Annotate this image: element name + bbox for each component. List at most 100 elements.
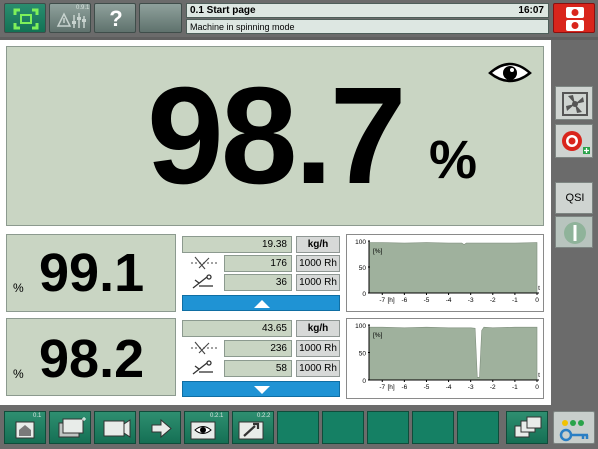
row-1-cut-unit: 1000 Rh bbox=[296, 255, 340, 272]
trend-area bbox=[368, 242, 538, 294]
row-1-collapse-button[interactable] bbox=[182, 295, 340, 311]
row-2-trend-chart[interactable]: 100 50 0 [%] -7 -6 -5 -4 -3 -2 -1 0 [h] t bbox=[346, 318, 544, 399]
row-2-cut-unit: 1000 Rh bbox=[296, 340, 340, 357]
x-tick-label: -4 bbox=[446, 297, 452, 304]
row-1-percent-panel: % 99.1 bbox=[6, 234, 176, 312]
x-tick-label: 0 bbox=[535, 297, 539, 304]
record-icon bbox=[562, 131, 590, 154]
empty-bottom-slot-4[interactable] bbox=[412, 411, 454, 444]
row-2-trend-svg: 100 50 0 [%] -7 -6 -5 -4 -3 -2 -1 0 [h] t bbox=[355, 323, 540, 391]
arrow-up-icon bbox=[254, 300, 270, 308]
row-1-trend-chart[interactable]: 100 50 0 [%] -7 -6 -5 -4 -3 -2 -1 0 [h] t bbox=[346, 234, 544, 312]
question-mark-icon: ? bbox=[109, 6, 123, 31]
empty-toolbar-slot[interactable] bbox=[139, 3, 182, 33]
x-tick-label: -3 bbox=[468, 384, 474, 391]
empty-bottom-slot-5[interactable] bbox=[457, 411, 499, 444]
maintenance-button[interactable]: 0.2.2 bbox=[232, 411, 274, 444]
row-2-percent-unit: % bbox=[13, 367, 24, 381]
arrow-down-icon bbox=[254, 386, 270, 394]
y-tick-label: 100 bbox=[355, 239, 366, 246]
row-1-percent-unit: % bbox=[13, 281, 24, 295]
x-tick-label: -3 bbox=[468, 297, 474, 304]
x-axis-label: [h] bbox=[387, 384, 394, 391]
row-2-splice-unit: 1000 Rh bbox=[296, 360, 340, 377]
y-tick-label: 0 bbox=[362, 378, 366, 385]
stacked-screens-icon bbox=[58, 417, 86, 438]
fan-icon bbox=[562, 92, 588, 116]
row-1-rate-value: 19.38 bbox=[182, 236, 292, 253]
row-2-percent-value: 98.2 bbox=[39, 329, 145, 389]
page-title: 0.1 Start page bbox=[190, 5, 256, 16]
x-tick-label: -4 bbox=[446, 384, 452, 391]
qsi-label: QSI bbox=[565, 192, 585, 204]
main-efficiency-value: 98.7 bbox=[147, 59, 407, 213]
navigate-forward-button[interactable] bbox=[139, 411, 181, 444]
monitoring-button[interactable]: 0.2.1 bbox=[184, 411, 229, 444]
x-tick-label: -5 bbox=[424, 384, 430, 391]
row-2-cut-count: 236 bbox=[224, 340, 292, 357]
eye-screen-icon bbox=[190, 421, 216, 440]
help-button[interactable]: ? bbox=[94, 3, 136, 33]
x-axis-label: [h] bbox=[387, 297, 394, 304]
row-1-splice-count: 36 bbox=[224, 274, 292, 291]
signal-button[interactable]: 0.9.1 bbox=[49, 3, 91, 33]
qsi-button[interactable]: QSI bbox=[555, 182, 593, 214]
home-icon bbox=[15, 421, 35, 439]
x-tick-label: -7 bbox=[379, 384, 385, 391]
yarn-cut-icon bbox=[191, 256, 217, 270]
empty-bottom-slot-3[interactable] bbox=[367, 411, 409, 444]
page-title-box: 0.1 Start page 16:07 bbox=[186, 3, 549, 18]
arrow-right-icon bbox=[151, 418, 172, 439]
y-tick-label: 50 bbox=[359, 351, 367, 358]
record-start-button[interactable] bbox=[555, 124, 593, 158]
fan-button[interactable] bbox=[555, 86, 593, 120]
tiled-windows-icon bbox=[514, 416, 542, 438]
row-2-expand-button[interactable] bbox=[182, 381, 340, 397]
x-tick-label: -5 bbox=[424, 297, 430, 304]
x-tick-label: -2 bbox=[490, 297, 496, 304]
row-2-splice-count: 58 bbox=[224, 360, 292, 377]
main-efficiency-panel: 98.7 % bbox=[6, 46, 544, 226]
row-2-rate-value: 43.65 bbox=[182, 320, 292, 337]
row-1-cut-count: 176 bbox=[224, 255, 292, 272]
yarn-cut-icon bbox=[191, 341, 217, 355]
two-circles-icon bbox=[566, 7, 584, 31]
x-tick-label: -7 bbox=[379, 297, 385, 304]
trend-area bbox=[368, 326, 538, 381]
signal-levels-icon bbox=[56, 12, 86, 28]
row-2-rate-unit[interactable]: kg/h bbox=[296, 320, 340, 337]
window-layout-button[interactable] bbox=[506, 411, 548, 444]
x-tick-label: 0 bbox=[535, 384, 539, 391]
x-tick-label: -1 bbox=[512, 384, 518, 391]
x-axis-letter: t bbox=[538, 285, 540, 292]
access-key-button[interactable] bbox=[553, 411, 595, 444]
y-tick-label: 100 bbox=[355, 323, 366, 330]
wrench-icon bbox=[238, 421, 264, 440]
machine-overview-button[interactable] bbox=[49, 411, 91, 444]
empty-bottom-slot-2[interactable] bbox=[322, 411, 364, 444]
row-1-splice-unit: 1000 Rh bbox=[296, 274, 340, 291]
eye-icon[interactable] bbox=[487, 59, 533, 87]
power-indicator-icon bbox=[564, 222, 586, 244]
row-2-percent-panel: % 98.2 bbox=[6, 318, 176, 396]
clock-time: 16:07 bbox=[518, 5, 544, 16]
y-tick-label: 0 bbox=[362, 291, 366, 298]
fullscreen-button[interactable] bbox=[4, 3, 46, 33]
home-button[interactable]: 0.1 bbox=[4, 411, 46, 444]
main-efficiency-unit: % bbox=[429, 130, 478, 190]
row-1-percent-value: 99.1 bbox=[39, 243, 145, 303]
video-view-button[interactable] bbox=[94, 411, 136, 444]
status-message: Machine in spinning mode bbox=[190, 22, 295, 32]
x-axis-letter: t bbox=[538, 372, 540, 379]
power-toggle-button[interactable] bbox=[555, 216, 593, 248]
machine-stop-button[interactable] bbox=[553, 3, 595, 33]
x-tick-label: -6 bbox=[401, 297, 407, 304]
y-axis-label: [%] bbox=[373, 248, 383, 255]
key-icon bbox=[559, 420, 589, 442]
splicer-icon bbox=[192, 360, 213, 375]
expand-icon bbox=[13, 8, 39, 30]
empty-bottom-slot-1[interactable] bbox=[277, 411, 319, 444]
row-1-rate-unit[interactable]: kg/h bbox=[296, 236, 340, 253]
x-tick-label: -2 bbox=[490, 384, 496, 391]
row-1-trend-svg: 100 50 0 [%] -7 -6 -5 -4 -3 -2 -1 0 [h] t bbox=[355, 239, 540, 304]
